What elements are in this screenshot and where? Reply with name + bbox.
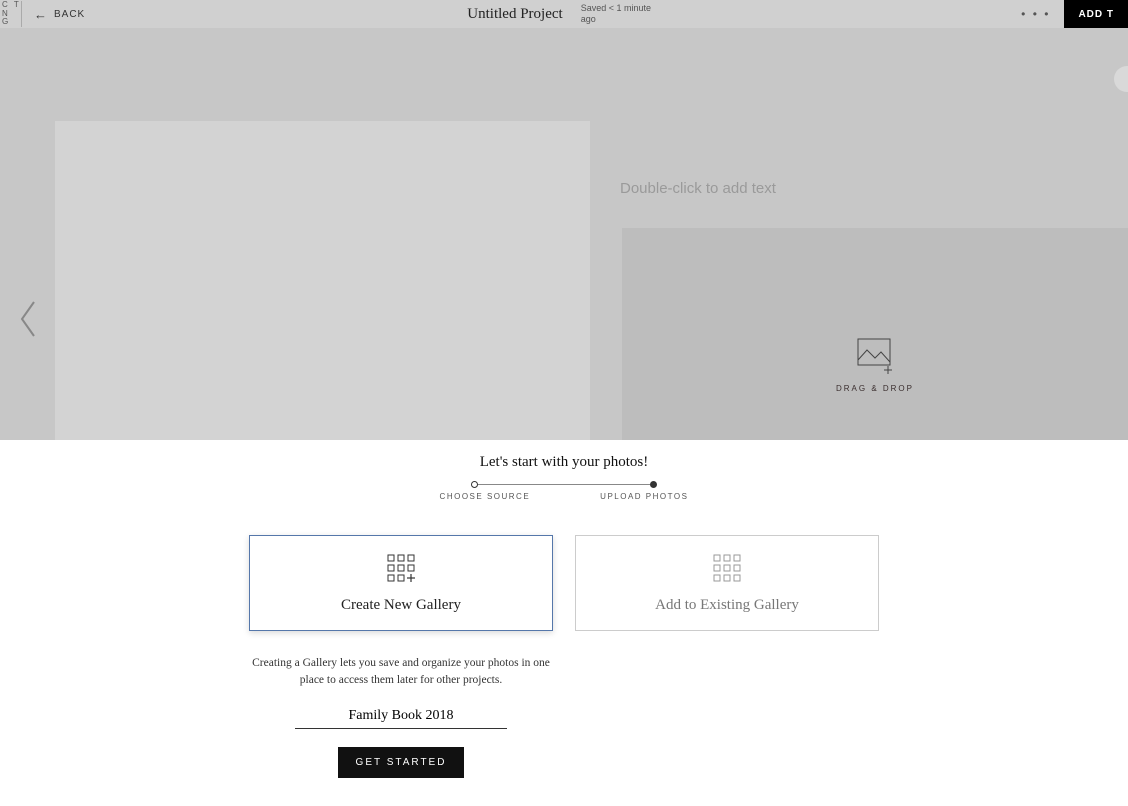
source-options: Create New Gallery Add to Existing Galle… [0, 535, 1128, 631]
arrow-left-icon: ← [34, 8, 48, 21]
image-drop-zone[interactable]: DRAG & DROP [622, 228, 1128, 440]
editor-canvas: Double-click to add text DRAG & DROP [0, 28, 1128, 440]
logo-fragment: C T N G [0, 1, 22, 27]
drag-drop-label: DRAG & DROP [836, 384, 914, 393]
step-labels: CHOOSE SOURCE UPLOAD PHOTOS [0, 492, 1128, 501]
right-controls: • • • ADD T [1007, 0, 1128, 28]
option-new-label: Create New Gallery [341, 597, 461, 614]
option-add-existing-gallery[interactable]: Add to Existing Gallery [575, 535, 879, 631]
back-button[interactable]: ← BACK [34, 8, 85, 21]
saved-status: Saved < 1 minute ago [581, 3, 661, 25]
grid-icon [712, 553, 742, 583]
project-title[interactable]: Untitled Project [467, 6, 562, 23]
panel-title: Let's start with your photos! [0, 454, 1128, 471]
more-menu-button[interactable]: • • • [1007, 7, 1064, 21]
step-label-1: CHOOSE SOURCE [440, 492, 531, 501]
title-wrap: Untitled Project Saved < 1 minute ago [467, 3, 660, 25]
gallery-name-input[interactable] [295, 704, 507, 729]
add-button[interactable]: ADD T [1064, 0, 1128, 28]
text-block-placeholder[interactable]: Double-click to add text [620, 180, 776, 197]
step-dot-1 [471, 481, 478, 488]
canvas-side-handle[interactable] [1114, 66, 1128, 92]
option-existing-label: Add to Existing Gallery [655, 597, 799, 614]
page-left[interactable] [55, 121, 590, 440]
top-bar: C T N G ← BACK Untitled Project Saved < … [0, 0, 1128, 28]
progress-stepper [0, 481, 1128, 488]
chevron-left-icon [18, 300, 38, 338]
onboarding-panel: Let's start with your photos! CHOOSE SOU… [0, 440, 1128, 778]
step-line [478, 484, 650, 485]
back-label: BACK [54, 9, 85, 20]
get-started-button[interactable]: GET STARTED [338, 747, 465, 778]
grid-plus-icon [386, 553, 416, 583]
step-label-2: UPLOAD PHOTOS [600, 492, 688, 501]
step-dot-2 [650, 481, 657, 488]
helper-text: Creating a Gallery lets you save and org… [251, 655, 551, 690]
option-create-new-gallery[interactable]: Create New Gallery [249, 535, 553, 631]
image-placeholder-icon [855, 336, 895, 374]
prev-page-button[interactable] [18, 300, 38, 343]
